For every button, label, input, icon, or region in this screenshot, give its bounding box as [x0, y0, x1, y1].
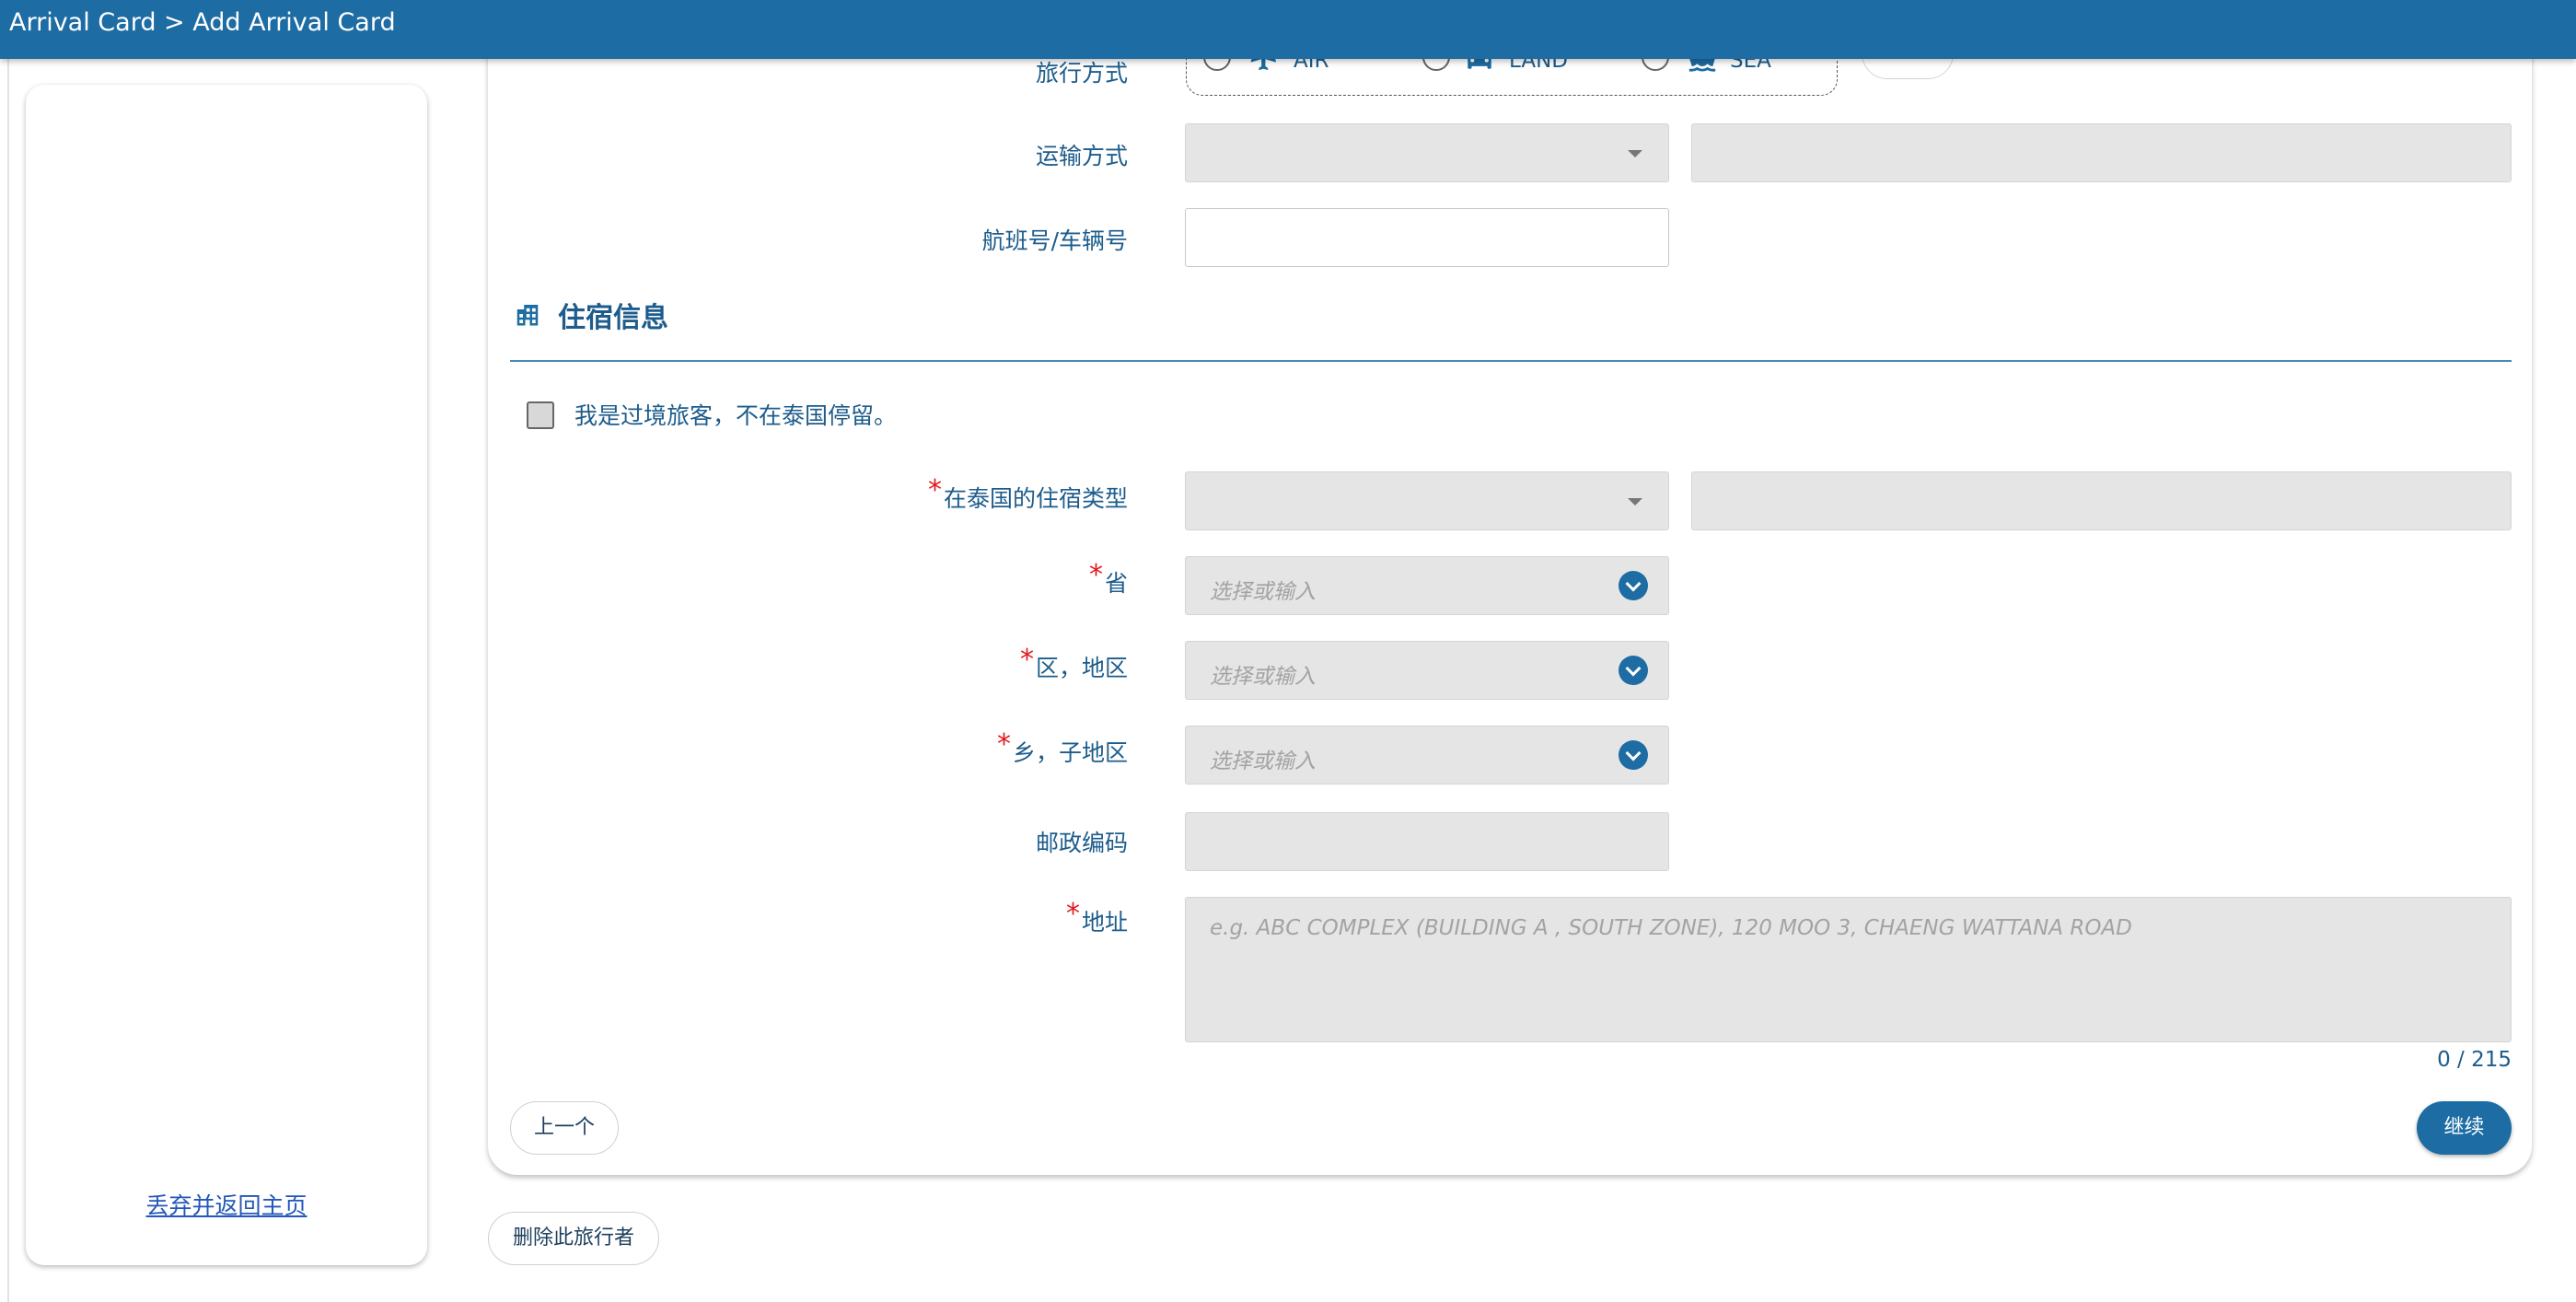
transit-checkbox-label[interactable]: 我是过境旅客，不在泰国停留。 [574, 398, 897, 431]
dropdown-caret-icon [1628, 150, 1642, 157]
district-placeholder: 选择或输入 [1210, 665, 1316, 689]
postal-code-field [1185, 812, 1669, 871]
chevron-down-icon[interactable] [1619, 656, 1648, 685]
chevron-down-icon[interactable] [1619, 571, 1648, 600]
district-label: *区，地区 [1020, 644, 1128, 683]
transport-mode-label: 运输方式 [1035, 143, 1128, 169]
subdistrict-placeholder: 选择或输入 [1210, 750, 1316, 773]
previous-button[interactable]: 上一个 [510, 1101, 619, 1155]
required-mark: * [996, 728, 1011, 761]
building-icon [516, 305, 539, 326]
address-textarea[interactable]: e.g. ABC COMPLEX (BUILDING A , SOUTH ZON… [1185, 897, 2512, 1042]
scroll-edge [7, 59, 9, 1302]
district-combobox[interactable]: 选择或输入 [1185, 641, 1669, 700]
accommodation-type-label-text: 在泰国的住宿类型 [943, 485, 1128, 512]
postal-code-label: 邮政编码 [1035, 830, 1128, 856]
accommodation-type-detail-field [1691, 471, 2512, 530]
delete-traveler-button[interactable]: 删除此旅行者 [488, 1212, 659, 1265]
accommodation-title-text: 住宿信息 [558, 302, 668, 334]
province-combobox[interactable]: 选择或输入 [1185, 556, 1669, 615]
continue-button[interactable]: 继续 [2417, 1101, 2512, 1155]
required-mark: * [1065, 898, 1080, 930]
transit-checkbox[interactable] [527, 401, 554, 429]
province-label: *省 [1089, 559, 1128, 599]
required-mark: * [1019, 644, 1034, 676]
travel-mode-label: 旅行方式 [1035, 60, 1128, 87]
province-placeholder: 选择或输入 [1210, 580, 1316, 604]
required-mark: * [1088, 559, 1103, 591]
discard-and-return-link[interactable]: 丢弃并返回主页 [26, 1188, 427, 1221]
address-char-counter: 0 / 215 [2437, 1048, 2512, 1072]
transport-detail-field [1691, 123, 2512, 182]
top-app-bar: Arrival Card > Add Arrival Card [0, 0, 2576, 59]
accommodation-type-label: *在泰国的住宿类型 [928, 474, 1128, 514]
side-panel: 丢弃并返回主页 [26, 85, 427, 1265]
subdistrict-label-text: 乡，子地区 [1012, 739, 1128, 766]
address-label-text: 地址 [1081, 909, 1128, 936]
section-divider [510, 360, 2512, 362]
subdistrict-combobox[interactable]: 选择或输入 [1185, 726, 1669, 785]
main-form-card: 旅行方式 AIR LAND SEA 清晰 运输方式 航班号/车辆号 [488, 28, 2532, 1175]
flight-number-label: 航班号/车辆号 [981, 227, 1128, 254]
address-placeholder: e.g. ABC COMPLEX (BUILDING A , SOUTH ZON… [1210, 916, 2132, 940]
dropdown-caret-icon [1628, 498, 1642, 506]
chevron-down-icon[interactable] [1619, 740, 1648, 770]
required-mark: * [927, 474, 942, 506]
accommodation-type-select[interactable] [1185, 471, 1669, 530]
transport-mode-select[interactable] [1185, 123, 1669, 182]
flight-number-input[interactable] [1185, 208, 1669, 267]
district-label-text: 区，地区 [1035, 655, 1128, 681]
province-label-text: 省 [1104, 570, 1128, 597]
subdistrict-label: *乡，子地区 [997, 728, 1128, 768]
breadcrumb: Arrival Card > Add Arrival Card [9, 8, 396, 37]
address-label: *地址 [1066, 898, 1128, 937]
